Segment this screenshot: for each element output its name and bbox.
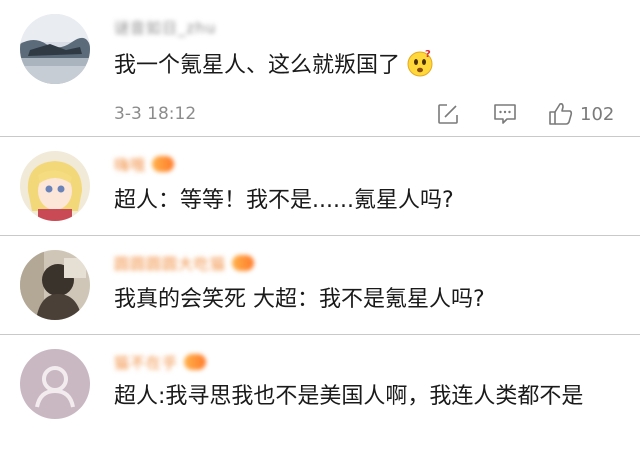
username-row: 猫不在乎 (114, 349, 207, 375)
comment-text: 我真的会笑死 大超：我不是氪星人吗? (114, 287, 485, 312)
comment-item: 谜音如日_zhu 我一个氪星人、这么就叛国了 ? 3-3 18:12 102 (0, 0, 640, 136)
avatar[interactable] (20, 14, 90, 84)
like-button[interactable]: 102 (548, 101, 614, 127)
username-row: 嗨哦 (114, 151, 175, 177)
reply-button[interactable] (492, 102, 518, 126)
svg-text:?: ? (425, 49, 431, 60)
repost-button[interactable] (436, 102, 460, 126)
username[interactable]: 圆圆圆圆大吃猫 (114, 253, 226, 274)
vip-badge-icon (232, 255, 255, 271)
comment-text: 超人:我寻思我也不是美国人啊，我连人类都不是 (114, 384, 584, 409)
comment-meta: 3-3 18:12 102 (114, 100, 624, 128)
avatar-dark-photo-image (20, 250, 90, 320)
comment-text-content: 我一个氪星人、这么就叛国了 (114, 53, 401, 78)
avatar-anime-image (20, 151, 90, 221)
comment-item: 嗨哦 超人：等等！我不是......氪星人吗? (0, 137, 640, 235)
thinking-face-emoji: ? (406, 49, 434, 77)
comment-icon (494, 104, 516, 124)
comment-item: 猫不在乎 超人:我寻思我也不是美国人啊，我连人类都不是 (0, 335, 640, 459)
vip-badge-icon (184, 354, 207, 370)
avatar-default-user-image (20, 349, 90, 419)
avatar-landscape-image (20, 14, 90, 84)
timestamp: 3-3 18:12 (114, 104, 197, 124)
avatar[interactable] (20, 250, 90, 320)
vip-badge-icon (152, 156, 175, 172)
username-row: 谜音如日_zhu (114, 14, 216, 40)
avatar[interactable] (20, 151, 90, 221)
comment-list: 谜音如日_zhu 我一个氪星人、这么就叛国了 ? 3-3 18:12 102 嗨… (0, 0, 640, 459)
like-count: 102 (580, 103, 615, 125)
comment-actions: 102 (436, 100, 614, 128)
username-row: 圆圆圆圆大吃猫 (114, 250, 255, 276)
username[interactable]: 谜音如日_zhu (114, 17, 216, 38)
comment-text: 超人：等等！我不是......氪星人吗? (114, 188, 454, 213)
username[interactable]: 嗨哦 (114, 154, 146, 175)
avatar[interactable] (20, 349, 90, 419)
edit-square-icon (438, 104, 458, 124)
comment-item: 圆圆圆圆大吃猫 我真的会笑死 大超：我不是氪星人吗? (0, 236, 640, 334)
comment-text: 我一个氪星人、这么就叛国了 ? (114, 48, 616, 84)
thumbs-up-icon (549, 103, 573, 125)
username[interactable]: 猫不在乎 (114, 352, 178, 373)
